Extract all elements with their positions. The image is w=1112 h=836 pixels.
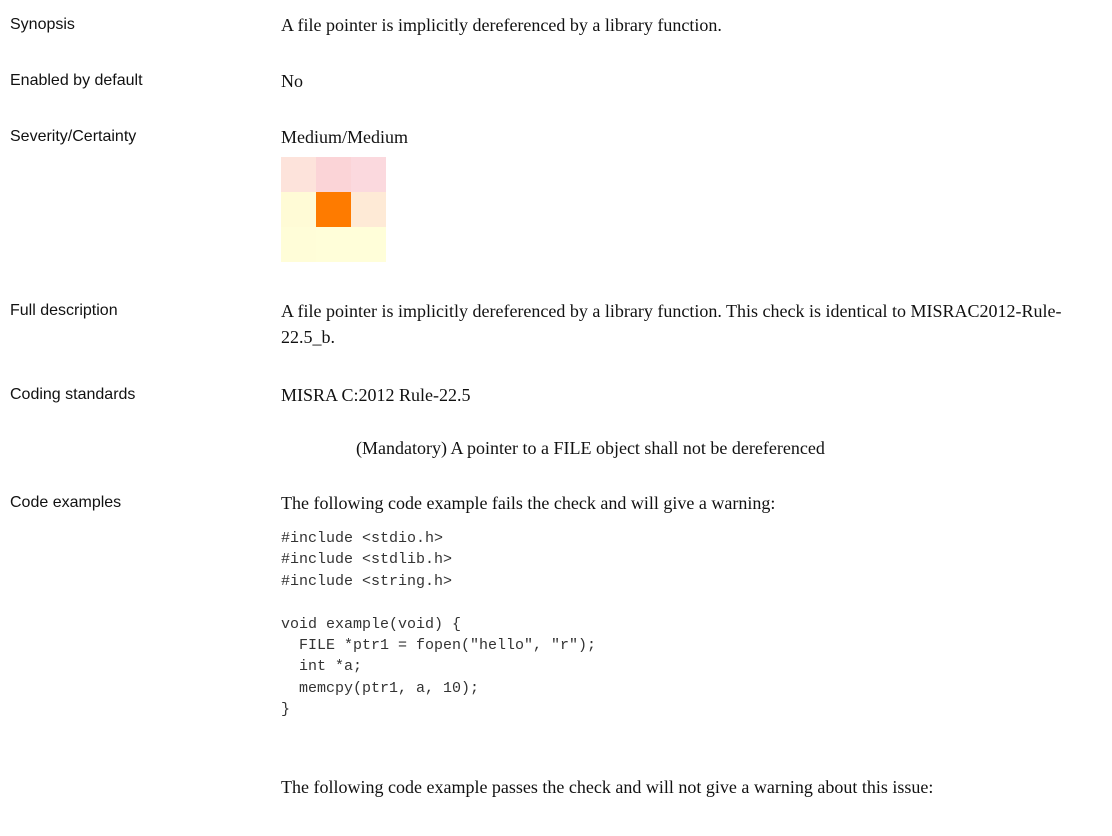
severity-matrix-cell	[316, 157, 351, 192]
synopsis-text: A file pointer is implicitly dereference…	[281, 15, 722, 35]
coding-standards-label: Coding standards	[10, 386, 136, 403]
severity-certainty-value: Medium/Medium	[281, 127, 408, 147]
full-description-label: Full description	[10, 302, 118, 319]
severity-certainty-matrix	[281, 157, 386, 262]
failing-code-example: #include <stdio.h> #include <stdlib.h> #…	[281, 530, 597, 719]
severity-matrix-cell	[281, 157, 316, 192]
severity-matrix-cell	[281, 192, 316, 227]
full-description-text: A file pointer is implicitly dereference…	[281, 301, 1062, 347]
severity-matrix-selected-cell	[316, 192, 351, 227]
severity-matrix-cell	[316, 227, 351, 262]
severity-matrix-cell	[281, 227, 316, 262]
severity-matrix-cell	[351, 227, 386, 262]
coding-standard-name: MISRA C:2012 Rule-22.5	[281, 385, 471, 405]
code-examples-label: Code examples	[10, 494, 122, 511]
enabled-by-default-value: No	[281, 71, 303, 91]
passing-example-intro: The following code example passes the ch…	[281, 777, 934, 797]
failing-example-intro: The following code example fails the che…	[281, 493, 776, 513]
coding-standard-rule-text: (Mandatory) A pointer to a FILE object s…	[356, 438, 825, 458]
severity-certainty-label: Severity/Certainty	[10, 128, 137, 145]
enabled-by-default-label: Enabled by default	[10, 72, 143, 89]
severity-matrix-cell	[351, 157, 386, 192]
synopsis-label: Synopsis	[10, 16, 75, 33]
severity-matrix-cell	[351, 192, 386, 227]
